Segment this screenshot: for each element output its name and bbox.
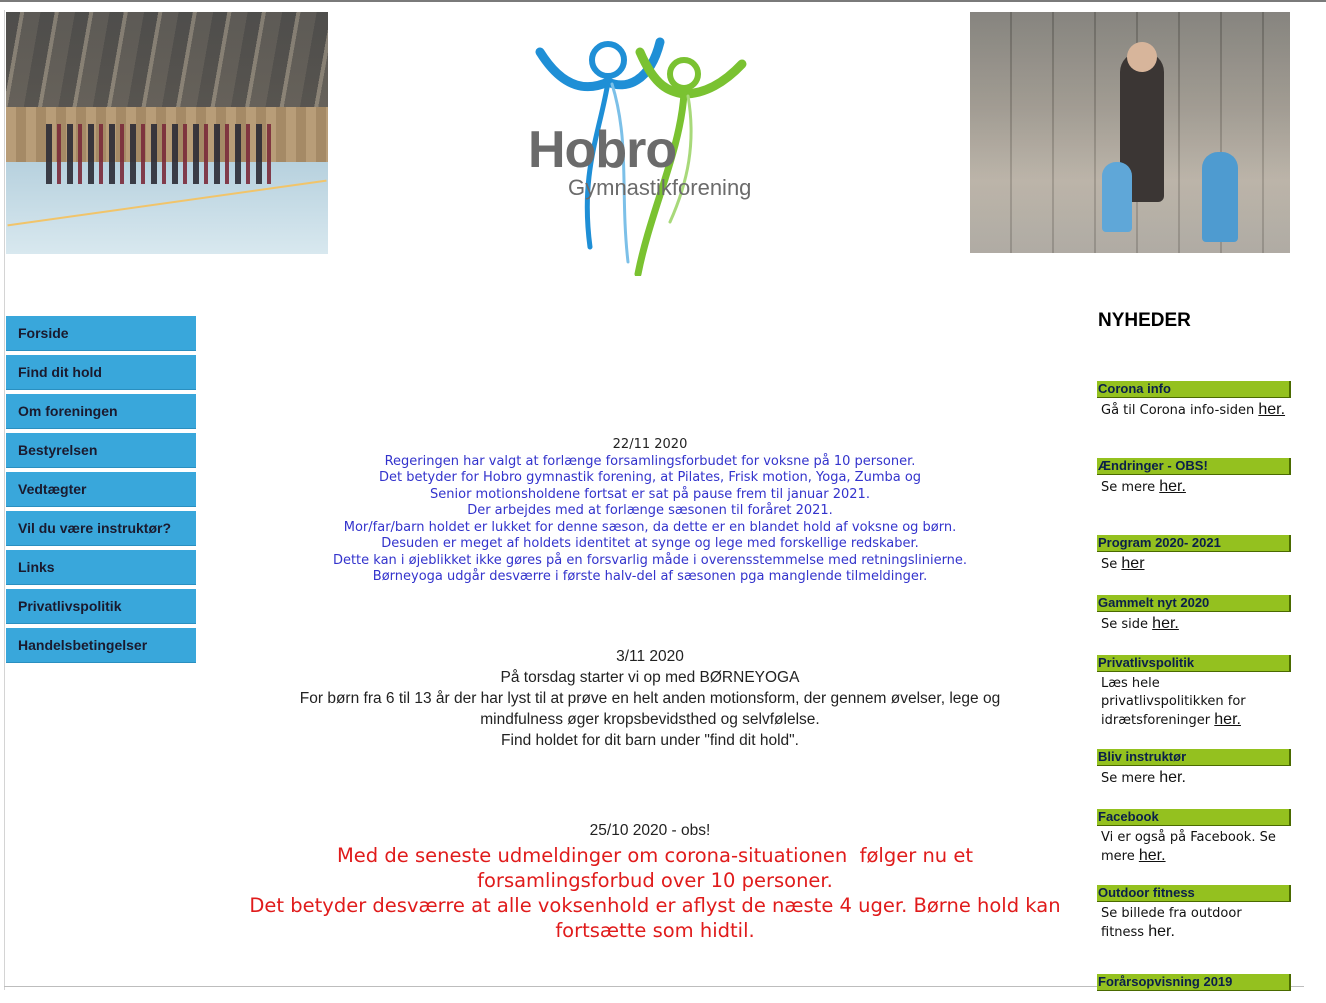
- sidebar-link-program[interactable]: her: [1121, 555, 1144, 572]
- nav-item-om-foreningen[interactable]: Om foreningen: [6, 394, 196, 429]
- sidebar-block-outdoor: Outdoor fitness Se billede fra outdoor f…: [1097, 885, 1291, 942]
- header-photo-gym-hall: [6, 12, 328, 254]
- sidebar-block-heading: Ændringer - OBS!: [1097, 458, 1291, 475]
- nav-item-privatlivspolitik[interactable]: Privatlivspolitik: [6, 589, 196, 624]
- sidebar-block-heading: Program 2020- 2021: [1097, 535, 1291, 552]
- news-line: Regeringen har valgt at forlænge forsaml…: [384, 453, 916, 469]
- sidebar-block-body: Se side her.: [1097, 612, 1291, 634]
- sidebar-title: NYHEDER: [1098, 310, 1191, 331]
- nav-item-vedtaegter[interactable]: Vedtægter: [6, 472, 196, 507]
- news-date: 22/11 2020: [612, 437, 688, 452]
- sidebar-block-body: Se mere her.: [1097, 766, 1291, 788]
- sidebar-block-foraarsopvisning: Forårsopvisning 2019: [1097, 974, 1291, 991]
- sidebar-block-facebook: Facebook Vi er også på Facebook. Se mere…: [1097, 809, 1291, 866]
- news-line: forsamlingsforbud over 10 personer.: [477, 869, 833, 892]
- news-date: 3/11 2020: [616, 648, 684, 665]
- news-line: Mor/far/barn holdet er lukket for denne …: [343, 519, 957, 535]
- sidebar-block-body: Gå til Corona info-siden her.: [1097, 398, 1291, 420]
- news-line: Desuden er meget af holdets identitet at…: [381, 536, 919, 551]
- sidebar-block-heading: Outdoor fitness: [1097, 885, 1291, 902]
- sidebar-block-body: Se billede fra outdoor fitness her.: [1097, 902, 1280, 942]
- nav-item-find-dit-hold[interactable]: Find dit hold: [6, 355, 196, 390]
- nav-item-forside[interactable]: Forside: [6, 316, 196, 351]
- logo-sub-text: Gymnastikforening: [568, 175, 752, 200]
- club-logo[interactable]: Hobro Gymnastikforening: [520, 12, 774, 278]
- sidebar-link-instruktoer[interactable]: her.: [1159, 769, 1186, 786]
- sidebar-block-heading: Gammelt nyt 2020: [1097, 595, 1291, 612]
- sidebar-block-text: Se mere: [1101, 480, 1156, 495]
- nav-item-handelsbetingelser[interactable]: Handelsbetingelser: [6, 628, 196, 663]
- news-line: Børneyoga udgår desværre i første halv-d…: [372, 569, 928, 584]
- main-navigation: Forside Find dit hold Om foreningen Best…: [6, 316, 196, 667]
- news-line: fortsætte som hidtil.: [555, 919, 755, 942]
- sidebar-block-heading: Privatlivspolitik: [1097, 655, 1291, 672]
- news-line: Find holdet for dit barn under "find dit…: [501, 732, 799, 749]
- news-line: Det betyder desværre at alle voksenhold …: [249, 894, 1061, 917]
- news-line: For børn fra 6 til 13 år der har lyst ti…: [299, 690, 1001, 707]
- nav-item-bestyrelsen[interactable]: Bestyrelsen: [6, 433, 196, 468]
- news-item-1: 22/11 2020 Regeringen har valgt at forlæ…: [215, 437, 1085, 586]
- sidebar-block-text: Gå til Corona info-siden: [1101, 403, 1255, 418]
- logo-main-text: Hobro: [528, 121, 677, 179]
- news-item-3: Med de seneste udmeldinger om corona-sit…: [215, 843, 1095, 943]
- sidebar-link-gammelt-nyt[interactable]: her.: [1152, 615, 1179, 632]
- news-item-2: 3/11 2020 På torsdag starter vi op med B…: [215, 646, 1085, 751]
- sidebar-block-aendringer: Ændringer - OBS! Se mere her.: [1097, 458, 1291, 497]
- sidebar-block-heading: Corona info: [1097, 381, 1291, 398]
- sidebar-link-privatliv[interactable]: her.: [1214, 711, 1241, 728]
- sidebar-link-aendringer[interactable]: her.: [1159, 478, 1186, 495]
- sidebar-block-heading: Bliv instruktør: [1097, 749, 1291, 766]
- sidebar-block-heading: Forårsopvisning 2019: [1097, 974, 1291, 991]
- sidebar-block-body: Se her: [1097, 552, 1291, 574]
- news-line: Dette kan i øjeblikket ikke gøres på en …: [332, 552, 968, 568]
- header-photo-kids-class: [970, 12, 1290, 253]
- sidebar-block-text: Se side: [1101, 617, 1149, 632]
- sidebar-block-program: Program 2020- 2021 Se her: [1097, 535, 1291, 574]
- sidebar-link-corona[interactable]: her.: [1258, 401, 1285, 418]
- news-line: Senior motionsholdene fortsat er sat på …: [430, 486, 870, 502]
- news-line: På torsdag starter vi op med BØRNEYOGA: [500, 669, 800, 686]
- sidebar-block-instruktoer: Bliv instruktør Se mere her.: [1097, 749, 1291, 788]
- nav-item-links[interactable]: Links: [6, 550, 196, 585]
- news-line: Det betyder for Hobro gymnastik forening…: [378, 470, 922, 485]
- page-left-border: [4, 10, 5, 990]
- sidebar-block-text: Se: [1101, 557, 1118, 572]
- sidebar-block-privatliv: Privatlivspolitik Læs hele privatlivspol…: [1097, 655, 1291, 730]
- news-date: 25/10 2020 - obs!: [589, 822, 711, 839]
- sidebar-link-outdoor[interactable]: her.: [1148, 923, 1175, 940]
- sidebar-block-gammelt-nyt: Gammelt nyt 2020 Se side her.: [1097, 595, 1291, 634]
- sidebar-block-body: Vi er også på Facebook. Se mere her.: [1097, 826, 1285, 866]
- sidebar-link-facebook[interactable]: her.: [1139, 847, 1166, 864]
- sidebar-block-text: Se mere: [1101, 771, 1156, 786]
- sidebar-block-body: Se mere her.: [1097, 475, 1291, 497]
- sidebar-block-body: Læs hele privatlivspolitikken for idræts…: [1097, 672, 1275, 730]
- nav-item-instruktoer[interactable]: Vil du være instruktør?: [6, 511, 196, 546]
- sidebar-block-text: Vi er også på Facebook. Se mere: [1101, 830, 1276, 864]
- news-line: Med de seneste udmeldinger om corona-sit…: [336, 844, 974, 867]
- sidebar-block-corona: Corona info Gå til Corona info-siden her…: [1097, 381, 1291, 420]
- browser-top-edge: [0, 0, 1326, 12]
- sidebar-block-heading: Facebook: [1097, 809, 1291, 826]
- news-line: Der arbejdes med at forlænge sæsonen til…: [467, 503, 833, 518]
- news-line: mindfulness øger kropsbevidsthed og selv…: [480, 711, 820, 728]
